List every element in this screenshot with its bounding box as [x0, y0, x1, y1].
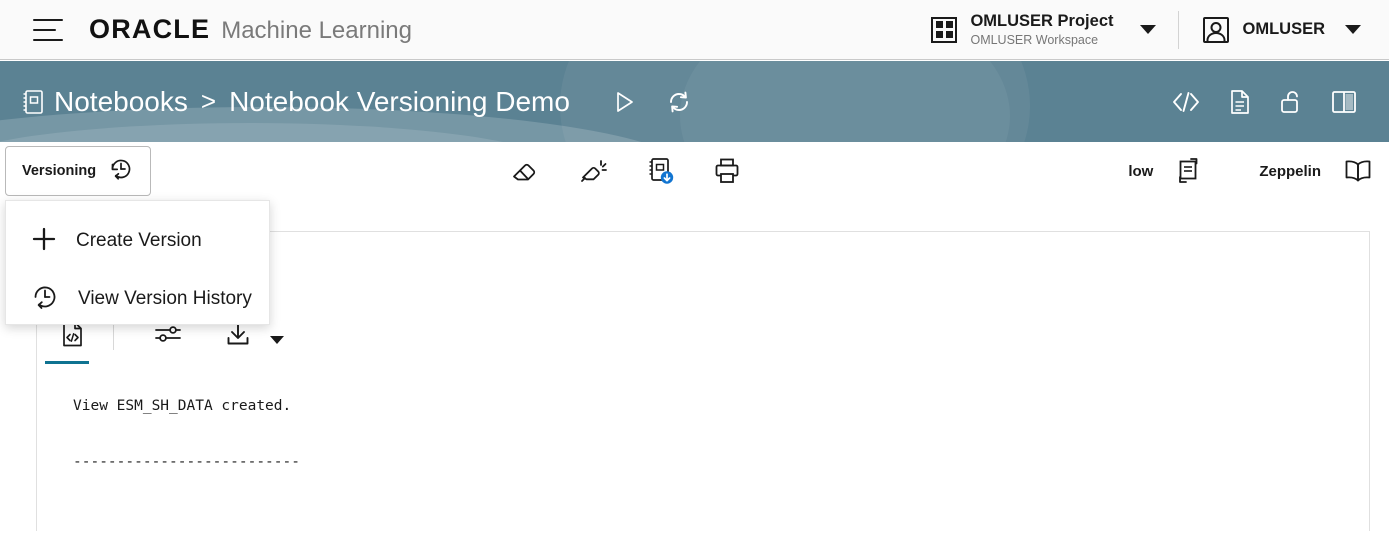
- header-divider: [1177, 10, 1179, 49]
- clear-output-icon[interactable]: [579, 157, 609, 185]
- project-selector[interactable]: OMLUSER Project OMLUSER Workspace: [931, 12, 1117, 47]
- project-workspace: OMLUSER Workspace: [970, 32, 1099, 47]
- notebook-toolbar: Versioning low Zeppelin: [0, 142, 1389, 200]
- menu-item-view-version-history-label: View Version History: [78, 288, 252, 309]
- plus-icon: [30, 225, 58, 258]
- output-text: View ESM_SH_DATA created. --------------…: [37, 358, 1369, 476]
- brand-product-name: Machine Learning: [221, 17, 412, 44]
- hamburger-icon[interactable]: [33, 18, 63, 41]
- split-panel-icon[interactable]: [1331, 90, 1357, 114]
- user-chevron-down-icon[interactable]: [1345, 25, 1361, 34]
- page-title: Notebook Versioning Demo: [229, 85, 570, 117]
- refresh-icon[interactable]: [666, 89, 692, 115]
- project-name: OMLUSER Project: [970, 11, 1114, 30]
- interpreter-label: low: [1128, 162, 1154, 180]
- breadcrumb-separator: >: [200, 86, 217, 116]
- versioning-button-label: Versioning: [22, 163, 97, 179]
- menu-item-create-version-label: Create Version: [76, 230, 202, 251]
- toolbar-center-actions: [511, 157, 741, 185]
- versioning-button[interactable]: Versioning: [5, 146, 152, 196]
- download-chevron-down-icon[interactable]: [270, 336, 284, 344]
- run-icon[interactable]: [612, 89, 636, 115]
- notebook-icon: [22, 89, 44, 115]
- banner-actions: [612, 89, 692, 115]
- menu-item-view-version-history[interactable]: View Version History: [6, 270, 269, 328]
- brand-oracle-wordmark: ORACLE: [89, 14, 211, 44]
- interpreter-binding-icon[interactable]: [1175, 157, 1203, 185]
- history-clock-icon: [30, 282, 60, 317]
- zeppelin-label: Zeppelin: [1259, 162, 1321, 180]
- brand: ORACLE Machine Learning: [89, 14, 412, 45]
- project-chevron-down-icon[interactable]: [1139, 25, 1156, 34]
- notebook-banner: Notebooks > Notebook Versioning Demo: [0, 61, 1389, 142]
- menu-item-create-version[interactable]: Create Version: [6, 212, 269, 270]
- app-header: ORACLE Machine Learning OMLUSER Project …: [0, 0, 1389, 60]
- history-clock-icon: [108, 156, 134, 187]
- document-icon[interactable]: [1229, 89, 1251, 115]
- unlock-icon[interactable]: [1279, 89, 1303, 115]
- eraser-icon[interactable]: [511, 158, 541, 184]
- user-name: OMLUSER: [1242, 20, 1326, 38]
- print-icon[interactable]: [713, 157, 741, 185]
- toolbar-right-actions: low Zeppelin: [1128, 157, 1389, 185]
- code-icon[interactable]: [1171, 90, 1201, 114]
- banner-right-actions: [1171, 89, 1367, 115]
- output-line-1: View ESM_SH_DATA created.: [73, 398, 292, 414]
- user-menu[interactable]: OMLUSER: [1202, 16, 1326, 43]
- breadcrumb-notebooks-link[interactable]: Notebooks: [54, 86, 188, 118]
- export-notebook-icon[interactable]: [647, 157, 675, 185]
- header-right: OMLUSER Project OMLUSER Workspace OMLUSE…: [931, 0, 1389, 59]
- book-icon[interactable]: [1343, 158, 1373, 184]
- grid-icon: [931, 16, 958, 43]
- user-icon: [1202, 16, 1229, 43]
- output-line-3: --------------------------: [73, 454, 300, 470]
- versioning-dropdown-menu: Create Version View Version History: [5, 200, 270, 325]
